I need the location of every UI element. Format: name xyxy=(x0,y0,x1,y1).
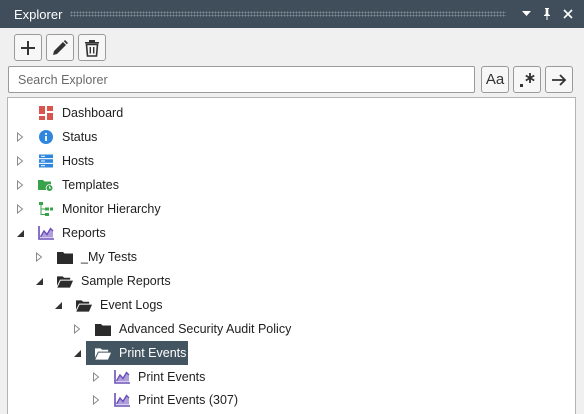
tree-item-label: Print Events xyxy=(138,370,206,384)
expand-arrow-icon[interactable] xyxy=(90,371,102,383)
add-button[interactable] xyxy=(14,34,42,61)
expand-arrow-icon[interactable] xyxy=(14,131,26,143)
search-bar: Aa xyxy=(0,64,584,96)
tree-item[interactable]: Hosts xyxy=(8,149,575,173)
toolbar xyxy=(0,28,584,64)
report-icon xyxy=(114,369,130,385)
expand-arrow-icon[interactable] xyxy=(90,394,102,406)
tree-item-label: Reports xyxy=(62,226,106,240)
regex-icon xyxy=(520,72,535,87)
match-case-label: Aa xyxy=(485,71,505,88)
tree-item[interactable]: Advanced Security Audit Policy xyxy=(8,317,575,341)
expand-arrow-icon[interactable] xyxy=(71,323,83,335)
tree-item-label: Sample Reports xyxy=(81,274,171,288)
tree-item[interactable]: Print Events (307) xyxy=(8,388,575,412)
reports-icon xyxy=(38,225,54,241)
match-case-button[interactable]: Aa xyxy=(481,66,509,93)
close-icon[interactable] xyxy=(558,4,578,24)
tree-item[interactable]: Event Logs xyxy=(8,293,575,317)
tree-item[interactable]: Print Events xyxy=(8,365,575,389)
hosts-icon xyxy=(38,153,54,169)
window-title: Explorer xyxy=(14,6,63,22)
tree-item[interactable]: Monitor Hierarchy xyxy=(8,197,575,221)
tree-item-label: Event Logs xyxy=(100,298,163,312)
regex-button[interactable] xyxy=(513,66,541,93)
arrow-right-icon xyxy=(552,73,567,86)
expand-arrow-icon[interactable] xyxy=(33,251,45,263)
tree-item-label: _My Tests xyxy=(81,250,138,264)
collapse-arrow-icon[interactable] xyxy=(52,299,64,311)
tree-item-label: Hosts xyxy=(62,154,94,168)
expand-arrow-icon[interactable] xyxy=(14,155,26,167)
expand-arrow-icon[interactable] xyxy=(14,203,26,215)
tree-item[interactable]: Reports xyxy=(8,221,575,245)
edit-button[interactable] xyxy=(46,34,74,61)
tree-item[interactable]: Sample Reports xyxy=(8,269,575,293)
dashboard-icon xyxy=(38,105,54,121)
tree-item[interactable]: Dashboard xyxy=(8,101,575,125)
tree-item-label: Print Events (307) xyxy=(138,393,239,407)
tree-item[interactable]: _My Tests xyxy=(8,245,575,269)
tree-item[interactable]: Status xyxy=(8,125,575,149)
templates-icon xyxy=(38,177,54,193)
dropdown-icon[interactable] xyxy=(516,4,536,24)
tree-item-label: Dashboard xyxy=(62,106,124,120)
folder-icon xyxy=(95,321,111,337)
search-input[interactable] xyxy=(8,66,475,93)
plus-icon xyxy=(21,40,35,55)
hierarchy-icon xyxy=(38,201,54,217)
tree-item-label: Monitor Hierarchy xyxy=(62,202,161,216)
go-button[interactable] xyxy=(545,66,573,93)
folder-open-icon xyxy=(76,297,92,313)
tree-item[interactable]: Print Events xyxy=(8,341,575,365)
pencil-icon xyxy=(53,39,68,55)
tree-item-label: Status xyxy=(62,130,98,144)
tree-item[interactable]: Templates xyxy=(8,173,575,197)
drag-grip[interactable] xyxy=(70,11,506,17)
tree-item-label: Templates xyxy=(62,178,119,192)
collapse-arrow-icon[interactable] xyxy=(14,227,26,239)
tree-item-label: Advanced Security Audit Policy xyxy=(119,322,292,336)
info-icon xyxy=(38,129,54,145)
trash-icon xyxy=(85,39,99,57)
pin-icon[interactable] xyxy=(537,4,557,24)
collapse-arrow-icon[interactable] xyxy=(71,347,83,359)
explorer-tree[interactable]: Dashboard Status Hosts Templates Monitor Hie… xyxy=(7,97,576,414)
report-icon xyxy=(114,392,130,408)
folder-open-icon xyxy=(95,345,111,361)
folder-icon xyxy=(57,249,73,265)
folder-open-icon xyxy=(57,273,73,289)
delete-button[interactable] xyxy=(78,34,106,61)
explorer-titlebar: Explorer xyxy=(0,0,584,28)
collapse-arrow-icon[interactable] xyxy=(33,275,45,287)
expand-arrow-icon[interactable] xyxy=(14,179,26,191)
tree-item-label: Print Events xyxy=(119,346,187,360)
